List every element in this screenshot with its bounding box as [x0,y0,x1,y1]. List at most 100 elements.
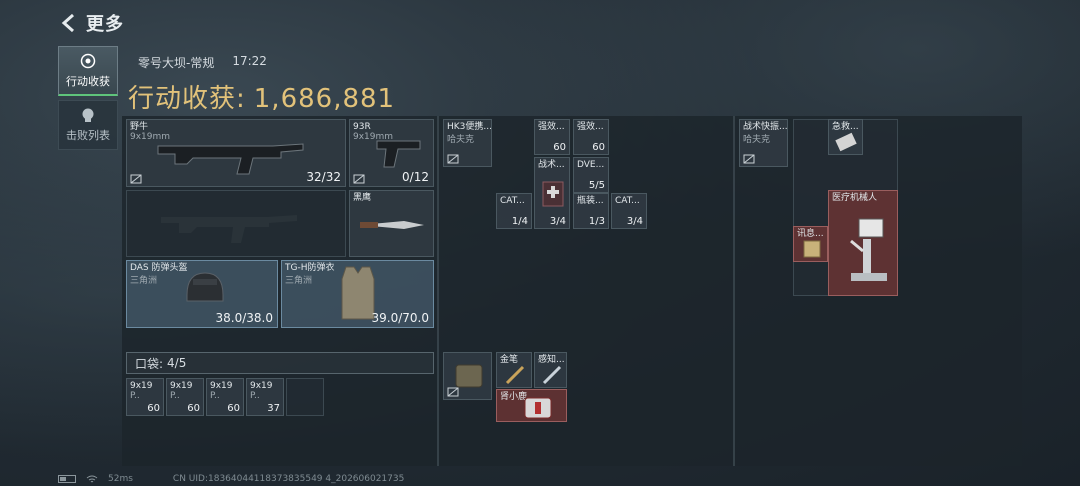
item-name: 9x19 [210,381,233,391]
pouch-label: 口袋: [135,356,164,371]
smg-icon [157,143,304,175]
bag-item[interactable]: 医疗机械人 [828,190,898,296]
item-name: 急救... [832,122,859,132]
pouch-item[interactable]: 9x19 P.. 60 [166,378,204,416]
raid-time: 17:22 [232,54,267,68]
bag-item[interactable]: 讯息... [793,226,828,262]
item-sub: 哈夫克 [447,135,475,145]
pouch-bag-icon [455,364,483,388]
durability: 39.0/70.0 [371,311,429,325]
item-sub: 哈夫克 [743,135,771,145]
item-qty: 60 [592,142,605,153]
bag-item[interactable]: 金笔 [496,352,532,388]
item-qty: 60 [187,403,200,414]
target-icon [80,53,96,68]
map-name: 零号大坝-常规 [138,56,215,70]
item-name: HK3便携... [447,122,492,132]
pistol-icon [376,140,421,168]
column-divider [733,116,735,466]
rig-item[interactable]: DVE... 5/5 [573,157,609,193]
pouch-item[interactable]: 9x19 P.. 37 [246,378,284,416]
helmet-icon [186,272,224,302]
rig-item[interactable]: 强效... 60 [534,119,570,155]
bag-item[interactable]: 急救... [828,119,863,155]
item-name: 野牛 [130,122,149,132]
wifi-icon [86,475,98,482]
primary-weapon-slot[interactable]: 野牛 9x19mm 32/32 [126,119,346,187]
item-name: CAT... [500,196,525,206]
item-qty: 60 [227,403,240,414]
item-name: 瓶装... [577,196,604,206]
rig-item[interactable]: 战术... 3/4 [534,157,570,229]
item-origin: 三角洲 [285,276,313,286]
item-name: 9x19 [170,381,193,391]
pouch-item[interactable]: 9x19 P.. 60 [206,378,244,416]
item-qty: 3/4 [626,216,643,227]
haul-total: 行动收获: 1,686,881 [128,78,395,115]
item-sub: P.. [130,391,140,401]
column-divider [437,116,439,466]
item-qty: 60 [147,403,160,414]
small-backpack-slot[interactable] [443,352,492,400]
medical-robot-icon [850,218,887,281]
chest-rig-slot[interactable]: HK3便携... 哈夫克 [443,119,492,167]
sidearm-slot[interactable]: 93R 9x19mm 0/12 [349,119,434,187]
back-arrow-icon[interactable] [60,13,78,33]
item-name: 战术快振... [743,122,788,132]
no-insure-icon [353,174,365,184]
gold-pen-icon [505,365,525,385]
bandage-icon [835,132,857,152]
ammo-count: 0/12 [402,170,429,184]
tab-label: 行动收获 [66,74,110,88]
pouch-count: 4/5 [167,356,187,370]
item-name: 强效... [577,122,604,132]
backpack-slot[interactable]: 战术快振... 哈夫克 [739,119,788,167]
item-sub: P.. [210,391,220,401]
bag-item[interactable]: 肾小鹿... [496,389,567,422]
item-name: 9x19 [250,381,273,391]
durability: 38.0/38.0 [215,311,273,325]
helmet-slot[interactable]: DAS 防弹头盔 三角洲 38.0/38.0 [126,260,278,328]
rig-item[interactable]: 强效... 60 [573,119,609,155]
trauma-kit-icon [524,397,552,419]
bag-item[interactable]: 感知... [534,352,567,388]
battery-icon [58,475,76,483]
page-title: 更多 [86,14,124,35]
rig-item[interactable]: CAT... 1/4 [496,193,532,229]
ping-readout: 52ms [108,474,133,484]
item-name: 黑鹰 [353,193,372,203]
top-header: 更多 [60,10,124,36]
body-armor-slot[interactable]: TG-H防弹衣 三角洲 39.0/70.0 [281,260,434,328]
item-qty: 1/3 [588,216,605,227]
pouch-empty-slot[interactable] [286,378,324,416]
document-icon [803,240,821,258]
item-name: DVE... [577,160,605,170]
item-name: 93R [353,122,371,132]
ammo-count: 32/32 [306,170,341,184]
pouch-header: 口袋: 4/5 [126,352,434,374]
item-name: 9x19 [130,381,153,391]
user-uid: CN UID:18364044118373835549 4_2026060217… [172,474,405,484]
item-name: CAT... [615,196,640,206]
tab-kill-list[interactable]: 击败列表 [58,100,118,150]
secondary-weapon-slot[interactable] [126,190,346,257]
item-qty: 37 [267,403,280,414]
item-name: 医疗机械人 [832,193,878,203]
rig-item[interactable]: 瓶装... 1/3 [573,193,609,229]
item-name: 讯息... [797,229,824,239]
tab-label: 击败列表 [66,129,110,142]
pouch-item[interactable]: 9x19 P.. 60 [126,378,164,416]
item-origin: 三角洲 [130,276,158,286]
melee-slot[interactable]: 黑鹰 [349,190,434,257]
syringe-icon [542,365,562,385]
tab-loot[interactable]: 行动收获 [58,46,118,96]
rig-item[interactable]: CAT... 3/4 [611,193,647,229]
item-sub: P.. [250,391,260,401]
item-name: DAS 防弹头盔 [130,263,188,273]
raid-info: 零号大坝-常规 17:22 [138,54,267,71]
no-insure-icon [447,154,459,164]
skull-icon [82,108,94,122]
item-qty: 3/4 [549,216,566,227]
no-insure-icon [447,387,459,397]
medkit-icon [542,181,564,207]
